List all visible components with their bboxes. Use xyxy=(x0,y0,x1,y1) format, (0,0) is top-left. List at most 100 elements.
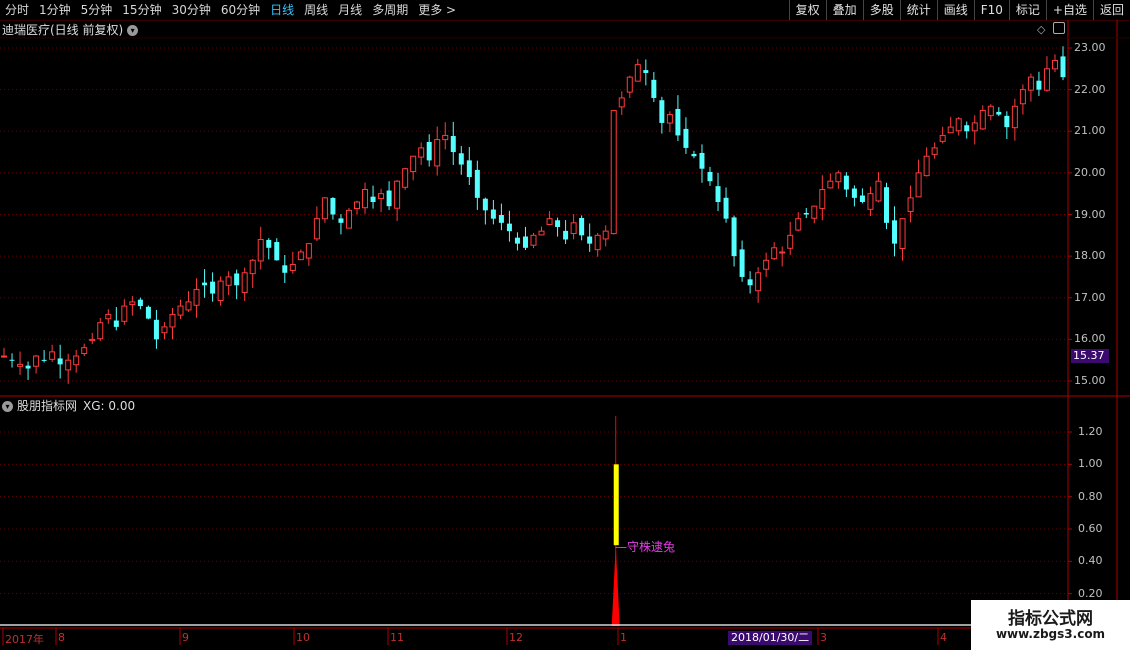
signal-bar-red xyxy=(611,545,620,626)
candle-body xyxy=(987,105,994,117)
candle-body xyxy=(699,152,705,169)
indicator-name: 股朋指标网 xyxy=(17,399,78,413)
candle-body xyxy=(715,186,721,203)
chevron-down-icon[interactable]: ▾ xyxy=(2,400,13,412)
y-tick-label: 0.80 xyxy=(1078,489,1103,503)
signal-annotation-text: 守株逮兔 xyxy=(627,540,676,554)
candle-body xyxy=(931,147,938,155)
signal-annotation: —守株逮兔 xyxy=(615,540,676,554)
candle-body xyxy=(257,238,264,262)
diamond-icon[interactable]: ◇ xyxy=(1037,23,1045,36)
candle-body xyxy=(297,251,304,261)
candle-body xyxy=(530,234,537,246)
candle-body xyxy=(338,218,344,223)
y-tick-label: 20.00 xyxy=(1074,165,1106,179)
candle-body xyxy=(474,169,480,198)
candle-body xyxy=(282,265,288,273)
candle-body xyxy=(129,301,136,306)
candle-body xyxy=(594,234,601,251)
main-panel-title: 迪瑞医疗(日线 前复权) ▾ xyxy=(2,22,139,38)
y-tick-label: 0.40 xyxy=(1078,554,1103,568)
candle-body xyxy=(402,168,409,188)
candle-body xyxy=(17,363,24,367)
candle-body xyxy=(354,201,360,210)
candle-body xyxy=(458,153,464,165)
candle-body xyxy=(225,276,232,286)
candle-body xyxy=(538,230,545,236)
window-icon[interactable] xyxy=(1053,22,1065,34)
candle-body xyxy=(1019,89,1026,105)
y-tick-label: 22.00 xyxy=(1074,82,1106,96)
x-tick-label: 8 xyxy=(58,631,65,644)
candle-body xyxy=(626,76,633,93)
y-tick-label: 0.60 xyxy=(1078,522,1103,535)
stock-title: 迪瑞医疗(日线 前复权) xyxy=(2,23,124,37)
watermark-url: www.zbgs3.com xyxy=(995,627,1106,641)
candle-body xyxy=(819,189,826,209)
candle-body xyxy=(651,79,657,98)
candle-body xyxy=(570,222,577,235)
cursor-date-tag: 2018/01/30/二 xyxy=(728,631,813,645)
candle-body xyxy=(89,338,96,342)
candle-body xyxy=(169,313,176,328)
x-tick-label: 12 xyxy=(509,631,523,644)
candle-body xyxy=(1051,59,1058,70)
candle-body xyxy=(683,128,689,148)
chevron-down-icon[interactable]: ▾ xyxy=(127,24,139,36)
candle-body xyxy=(707,171,713,182)
candle-body xyxy=(145,306,151,319)
candle-body xyxy=(185,301,192,311)
candle-body xyxy=(755,272,762,292)
candle-body xyxy=(675,108,681,136)
candle-body xyxy=(105,313,112,320)
candle-body xyxy=(579,218,585,236)
candle-body xyxy=(418,147,425,158)
y-tick-label: 15.00 xyxy=(1074,374,1106,387)
chart-canvas[interactable] xyxy=(0,0,1130,650)
candle-body xyxy=(113,320,119,327)
indicator-panel-title: ▾ 股朋指标网 XG: 0.00 xyxy=(2,398,135,414)
candle-body xyxy=(362,189,369,209)
candle-body xyxy=(666,114,673,124)
x-tick-label: 10 xyxy=(296,631,310,644)
candle-body xyxy=(9,359,15,361)
candle-body xyxy=(482,198,488,211)
candle-body xyxy=(394,180,401,209)
candle-body xyxy=(555,220,561,227)
candle-body xyxy=(610,109,617,235)
candle-body xyxy=(795,218,802,231)
candle-body xyxy=(57,358,63,365)
candle-body xyxy=(217,280,224,302)
candle-body xyxy=(923,155,930,177)
candle-body xyxy=(939,134,946,142)
candle-body xyxy=(506,223,512,232)
candle-body xyxy=(731,217,737,257)
y-tick-label: 16.00 xyxy=(1074,332,1106,346)
candle-body xyxy=(305,243,312,259)
candle-body xyxy=(1,355,7,358)
candle-body xyxy=(691,153,697,157)
candle-body xyxy=(787,234,794,249)
candle-body xyxy=(81,347,88,355)
candle-body xyxy=(1043,68,1050,91)
indicator-series xyxy=(0,415,1068,626)
candle-body xyxy=(33,355,40,367)
y-tick-label: 1.00 xyxy=(1078,457,1103,471)
candle-body xyxy=(49,351,56,360)
candle-body xyxy=(161,326,168,334)
xg-value: XG: 0.00 xyxy=(83,399,136,413)
grid-lines xyxy=(0,47,1068,595)
candle-body xyxy=(450,136,456,153)
candle-body xyxy=(803,213,809,215)
candle-body xyxy=(618,97,625,108)
y-tick-label: 17.00 xyxy=(1074,290,1106,304)
y-tick-label: 19.00 xyxy=(1074,207,1106,221)
candle-body xyxy=(498,215,504,223)
candle-body xyxy=(442,134,449,141)
x-tick-label: 1 xyxy=(620,631,627,644)
candle-body xyxy=(210,281,216,294)
candle-body xyxy=(313,218,320,240)
candle-body xyxy=(875,180,882,202)
candle-body xyxy=(955,118,962,132)
candle-body xyxy=(330,198,336,215)
